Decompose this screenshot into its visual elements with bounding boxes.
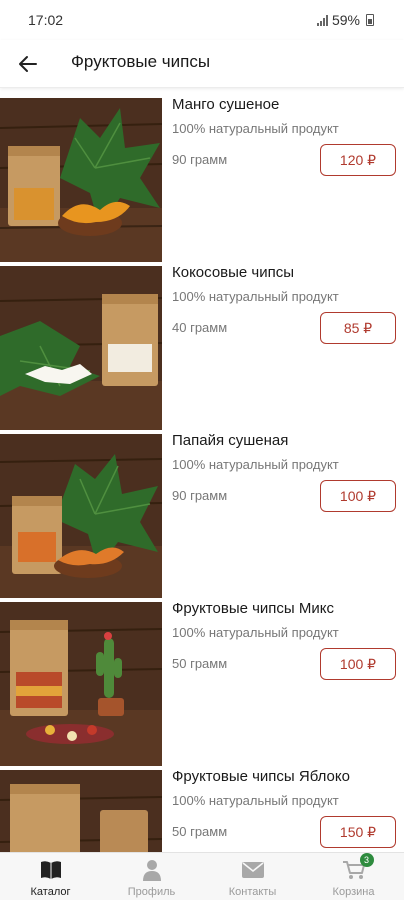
status-time: 17:02 (28, 12, 64, 28)
status-indicators: 59% (316, 12, 374, 28)
person-icon (142, 858, 162, 882)
product-name: Папайя сушеная (172, 432, 289, 449)
product-card[interactable]: Фруктовые чипсы Яблоко 100% натуральный … (0, 768, 404, 852)
product-weight: 50 грамм (172, 824, 228, 839)
price-button[interactable]: 85 ₽ (320, 312, 396, 344)
product-description: 100% натуральный продукт (172, 121, 339, 136)
price-button[interactable]: 150 ₽ (320, 816, 396, 848)
nav-label-profile: Профиль (127, 886, 176, 898)
product-card[interactable]: Манго сушеное 100% натуральный продукт 9… (0, 96, 404, 264)
back-button[interactable] (12, 48, 44, 80)
battery-icon (366, 14, 374, 26)
book-icon (40, 858, 62, 882)
product-weight: 90 грамм (172, 152, 228, 167)
product-card[interactable]: Фруктовые чипсы Микс 100% натуральный пр… (0, 600, 404, 768)
envelope-icon (241, 858, 264, 882)
arrow-left-icon (19, 56, 37, 72)
product-weight: 40 грамм (172, 320, 228, 335)
product-description: 100% натуральный продукт (172, 793, 339, 808)
app-bar: Фруктовые чипсы (0, 40, 404, 88)
product-name: Фруктовые чипсы Микс (172, 600, 334, 617)
product-name: Кокосовые чипсы (172, 264, 295, 281)
cart-badge: 3 (359, 853, 374, 867)
product-image (0, 434, 162, 598)
product-weight: 50 грамм (172, 656, 228, 671)
price-button[interactable]: 120 ₽ (320, 144, 396, 176)
price-button[interactable]: 100 ₽ (320, 648, 396, 680)
product-name: Манго сушеное (172, 96, 280, 113)
product-name: Фруктовые чипсы Яблоко (172, 768, 350, 785)
battery-percent: 59% (331, 12, 360, 28)
product-description: 100% натуральный продукт (172, 625, 339, 640)
nav-item-cart[interactable]: 3 Корзина (303, 853, 404, 900)
nav-label-cart: Корзина (332, 886, 375, 898)
product-image (0, 770, 162, 852)
product-card[interactable]: Кокосовые чипсы 100% натуральный продукт… (0, 264, 404, 432)
product-weight: 90 грамм (172, 488, 228, 503)
product-image (0, 266, 162, 430)
signal-icon (316, 14, 328, 26)
nav-item-catalog[interactable]: Каталог (0, 853, 101, 900)
product-description: 100% натуральный продукт (172, 289, 339, 304)
nav-label-catalog: Каталог (30, 886, 71, 898)
nav-item-profile[interactable]: Профиль (101, 853, 202, 900)
product-image (0, 602, 162, 766)
nav-item-contacts[interactable]: Контакты (202, 853, 303, 900)
product-description: 100% натуральный продукт (172, 457, 339, 472)
nav-label-contacts: Контакты (228, 886, 277, 898)
product-list[interactable]: Манго сушеное 100% натуральный продукт 9… (0, 96, 404, 852)
bottom-nav: Каталог Профиль Контакты 3 Корзина (0, 852, 404, 900)
price-button[interactable]: 100 ₽ (320, 480, 396, 512)
page-title: Фруктовые чипсы (71, 52, 211, 71)
cart-icon: 3 (342, 853, 374, 882)
product-card[interactable]: Папайя сушеная 100% натуральный продукт … (0, 432, 404, 600)
status-bar: 17:02 59% (0, 0, 404, 40)
product-image (0, 98, 162, 262)
